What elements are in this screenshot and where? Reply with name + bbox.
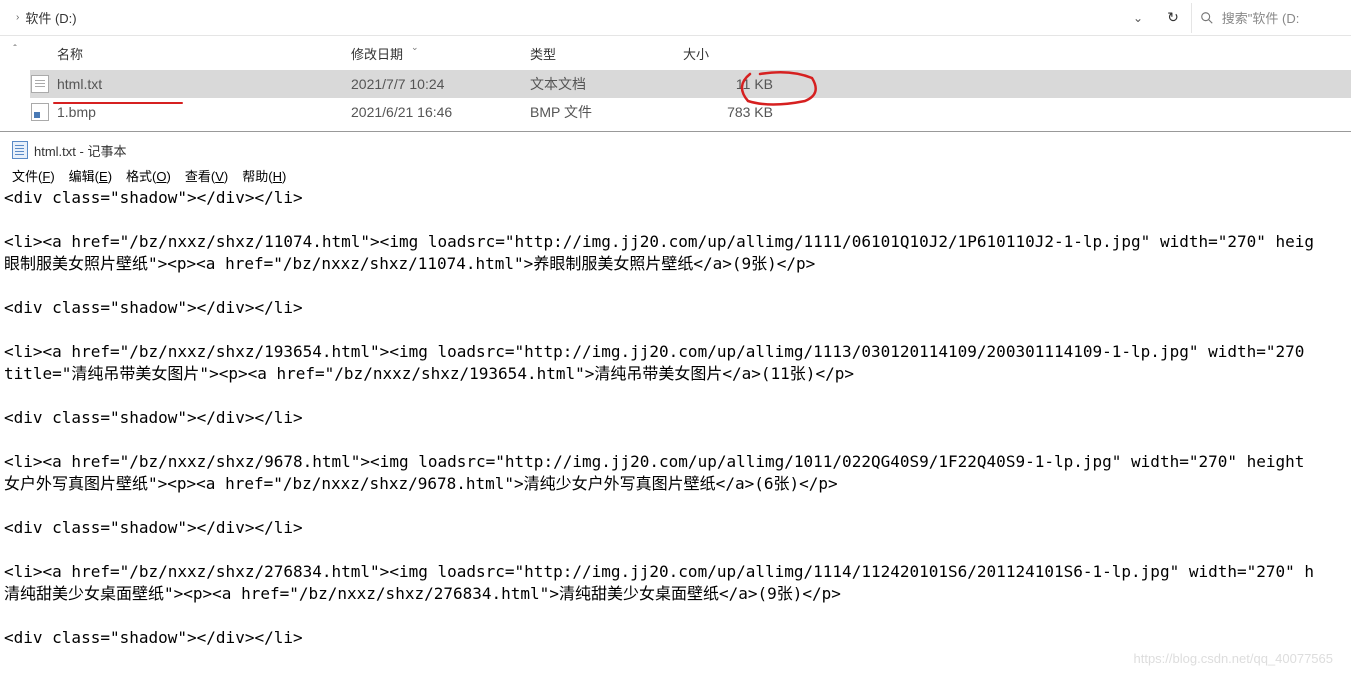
menu-edit[interactable]: 编辑(E) <box>65 164 116 187</box>
notepad-window: html.txt - 记事本 文件(F) 编辑(E) 格式(O) 查看(V) 帮… <box>0 137 1351 676</box>
explorer-window: › 软件 (D:) ⌄ ↻ 搜索"软件 (D: ˆ 名称 修改日期 ⌄ <box>0 0 1351 132</box>
watermark: https://blog.csdn.net/qq_40077565 <box>1134 651 1334 666</box>
file-size-cell: 11 KB <box>683 76 803 92</box>
refresh-button[interactable]: ↻ <box>1155 3 1191 32</box>
search-placeholder: 搜索"软件 (D: <box>1222 8 1300 27</box>
breadcrumb-text: 软件 (D:) <box>25 8 76 27</box>
search-icon <box>1200 11 1214 25</box>
header-date[interactable]: 修改日期 ⌄ <box>351 44 530 63</box>
file-date-cell: 2021/7/7 10:24 <box>351 76 530 92</box>
chevron-up-icon[interactable]: ˆ <box>13 44 16 55</box>
file-size-cell: 783 KB <box>683 104 803 120</box>
notepad-title-text: html.txt - 记事本 <box>34 141 126 160</box>
header-name[interactable]: 名称 <box>30 44 351 63</box>
notepad-content[interactable]: <div class="shadow"></div></li> <li><a h… <box>0 187 1351 649</box>
file-name: html.txt <box>57 76 102 92</box>
file-list-area: ˆ 名称 修改日期 ⌄ 类型 大小 html.txt 2021/7/7 10:2… <box>0 36 1351 132</box>
file-date-cell: 2021/6/21 16:46 <box>351 104 530 120</box>
header-size[interactable]: 大小 <box>683 44 803 63</box>
notepad-titlebar: html.txt - 记事本 <box>0 137 1351 163</box>
column-headers: 名称 修改日期 ⌄ 类型 大小 <box>30 36 1351 70</box>
header-date-label: 修改日期 <box>351 47 403 62</box>
table-row[interactable]: 1.bmp 2021/6/21 16:46 BMP 文件 783 KB <box>30 98 1351 126</box>
file-type-cell: BMP 文件 <box>530 102 683 122</box>
bmp-file-icon <box>31 103 49 121</box>
table-row[interactable]: html.txt 2021/7/7 10:24 文本文档 11 KB <box>30 70 1351 98</box>
search-input[interactable]: 搜索"软件 (D: <box>1192 8 1351 27</box>
text-file-icon <box>31 75 49 93</box>
file-table: 名称 修改日期 ⌄ 类型 大小 html.txt 2021/7/7 10:24 … <box>30 36 1351 132</box>
file-name: 1.bmp <box>57 104 96 120</box>
file-type-cell: 文本文档 <box>530 74 683 94</box>
file-name-cell: html.txt <box>30 75 351 93</box>
address-bar-row: › 软件 (D:) ⌄ ↻ 搜索"软件 (D: <box>0 0 1351 36</box>
tree-gutter: ˆ <box>0 36 30 132</box>
breadcrumb[interactable]: › 软件 (D:) <box>0 8 1121 27</box>
header-type[interactable]: 类型 <box>530 44 683 63</box>
notepad-icon <box>12 141 28 159</box>
menu-view[interactable]: 查看(V) <box>181 164 232 187</box>
sort-chevron-down-icon: ⌄ <box>411 42 419 53</box>
menu-help[interactable]: 帮助(H) <box>238 164 290 187</box>
chevron-down-icon[interactable]: ⌄ <box>1121 3 1155 33</box>
file-name-cell: 1.bmp <box>30 103 351 121</box>
notepad-menubar: 文件(F) 编辑(E) 格式(O) 查看(V) 帮助(H) <box>0 163 1351 187</box>
address-right-controls: ⌄ ↻ 搜索"软件 (D: <box>1121 3 1351 33</box>
menu-file[interactable]: 文件(F) <box>8 164 59 187</box>
annotation-underline <box>53 102 183 104</box>
chevron-right-icon: › <box>16 12 19 23</box>
menu-format[interactable]: 格式(O) <box>122 164 175 187</box>
